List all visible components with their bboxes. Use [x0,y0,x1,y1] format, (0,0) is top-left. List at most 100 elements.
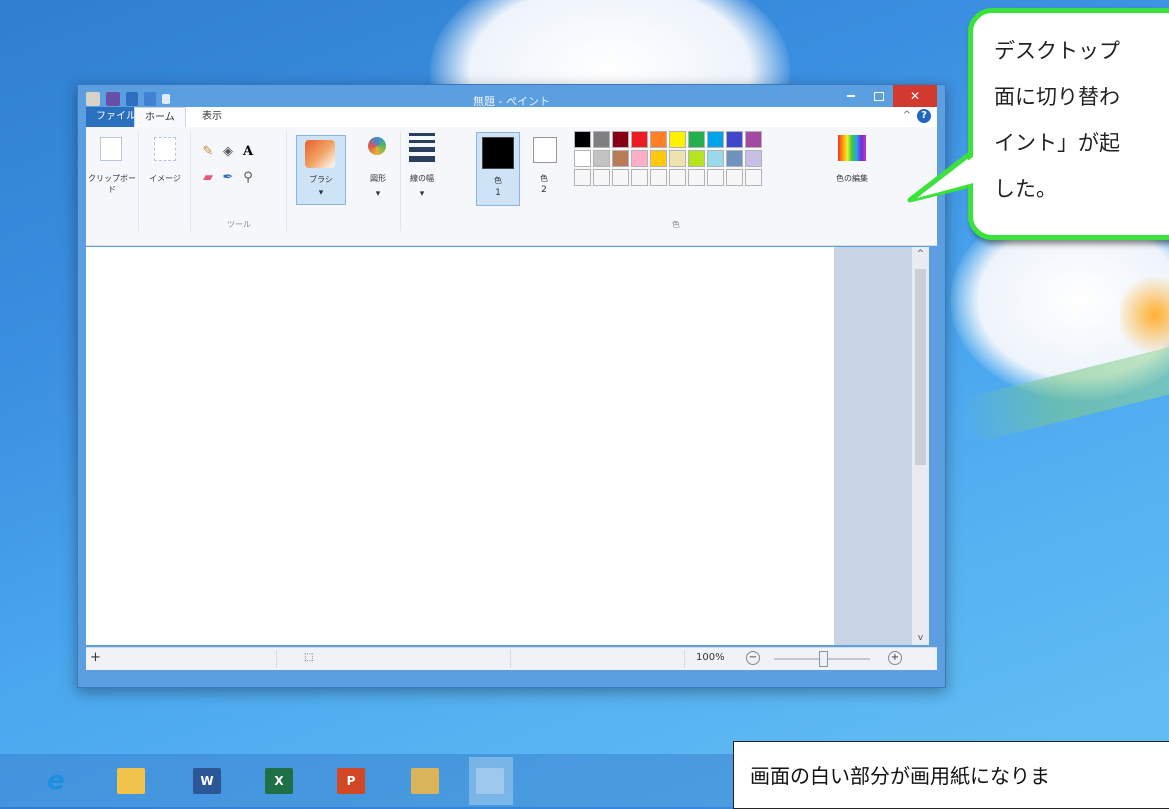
brush-icon [305,140,335,168]
chevron-down-icon: ▾ [375,189,381,199]
image-group: イメージ [140,131,191,231]
color-swatch[interactable] [650,131,667,148]
brush-label: ブラシ [309,175,333,184]
chevron-down-icon: ▾ [318,188,324,198]
custom-color-slot[interactable] [669,169,686,186]
magnifier-icon[interactable]: ⚲ [240,169,256,185]
color-swatch[interactable] [669,131,686,148]
divider [276,650,277,668]
line-width-label[interactable]: 線の幅 [402,173,442,184]
line-width-icon[interactable] [409,133,435,166]
selection-size-icon: ⬚ [304,652,314,663]
shapes-icon[interactable] [368,137,386,155]
custom-color-slot[interactable] [707,169,724,186]
chevron-down-icon: ▾ [419,189,425,199]
image-button-label[interactable]: イメージ [140,173,190,184]
color-swatch[interactable] [574,131,591,148]
vertical-scrollbar[interactable]: ^ v [912,247,929,645]
tab-view[interactable]: 表示 [192,107,232,127]
custom-color-slot[interactable] [650,169,667,186]
color-swatch[interactable] [612,131,629,148]
custom-color-slot[interactable] [574,169,591,186]
color-palette [574,131,762,186]
custom-color-slot[interactable] [688,169,705,186]
internet-explorer-icon[interactable]: e [42,766,70,796]
color2-number: 2 [541,185,547,195]
color-swatch[interactable] [745,150,762,167]
color-swatch[interactable] [745,131,762,148]
pencil-icon[interactable]: ✎ [200,143,216,159]
color-swatch[interactable] [688,131,705,148]
status-bar: + ⬚ 100% − + [86,647,937,670]
brushes-button[interactable]: ブラシ ▾ [296,135,346,205]
color-swatch[interactable] [631,150,648,167]
color-swatch[interactable] [726,150,743,167]
color-swatch[interactable] [574,150,591,167]
window-controls: ✕ [837,85,937,107]
color-swatch[interactable] [707,150,724,167]
color2-swatch[interactable] [533,137,557,163]
drawing-canvas[interactable] [86,247,834,645]
color-swatch[interactable] [650,150,667,167]
ribbon-tab-bar: ファイル ホーム 表示 ^ ? [86,107,937,128]
callout-line: 面に切り替わ [994,85,1120,109]
collapse-ribbon-icon[interactable]: ^ [903,110,911,121]
callout-line: イント」が起 [994,131,1120,155]
edit-colors-label[interactable]: 色の編集 [834,173,870,184]
zoom-out-icon[interactable]: − [746,651,760,665]
custom-color-slot[interactable] [745,169,762,186]
color-swatch[interactable] [669,150,686,167]
color-swatch[interactable] [707,131,724,148]
color1-swatch [482,137,514,169]
scroll-up-icon[interactable]: ^ [912,249,929,259]
tab-home[interactable]: ホーム [134,107,186,128]
color-swatch[interactable] [631,131,648,148]
powerpoint-icon[interactable]: P [337,768,365,794]
clipboard-group: クリップボード [86,131,139,231]
excel-icon[interactable]: X [265,768,293,794]
divider [510,650,511,668]
select-icon[interactable] [154,137,176,161]
text-icon[interactable]: A [240,143,256,159]
edit-colors-icon[interactable] [838,135,866,161]
color-swatch[interactable] [612,150,629,167]
clipboard-button-label[interactable]: クリップボード [88,173,136,195]
paint-window: 無題 - ペイント ✕ ファイル ホーム 表示 ^ ? クリップボード イメージ… [77,84,946,688]
minimize-button[interactable] [837,85,865,107]
tools-group-label: ツール [227,220,251,229]
custom-color-slot[interactable] [726,169,743,186]
eraser-icon[interactable]: ▰ [200,169,216,185]
color-swatch[interactable] [688,150,705,167]
file-explorer-icon[interactable] [117,768,145,794]
desktop-decoration [1120,270,1169,360]
custom-color-slot[interactable] [631,169,648,186]
custom-color-slot[interactable] [593,169,610,186]
colors-group-label: 色 [672,220,680,229]
zoom-slider-thumb[interactable] [819,651,828,667]
close-button[interactable]: ✕ [893,85,937,107]
color1-button[interactable]: 色 1 [476,132,520,206]
color-swatch[interactable] [593,150,610,167]
color-picker-icon[interactable]: ✒ [220,169,236,185]
help-icon[interactable]: ? [917,109,931,123]
clipboard-icon[interactable] [100,137,122,161]
shapes-label[interactable]: 図形 [356,173,400,184]
tools-group: ✎ ◈ A ▰ ✒ ⚲ ツール [192,131,287,231]
color1-label: 色 [494,176,502,185]
minimize-icon [847,95,855,97]
zoom-in-icon[interactable]: + [888,651,902,665]
maximize-button[interactable] [865,85,893,107]
maximize-icon [874,91,884,101]
custom-color-slot[interactable] [612,169,629,186]
color-swatch[interactable] [593,131,610,148]
color2-label[interactable]: 色 [530,173,558,184]
color-swatch[interactable] [726,131,743,148]
word-icon[interactable]: W [193,768,221,794]
color1-number: 1 [495,188,501,198]
paint-icon[interactable] [476,768,504,794]
library-icon[interactable] [411,768,439,794]
scroll-down-icon[interactable]: v [912,633,929,643]
scrollbar-thumb[interactable] [915,269,926,465]
fill-icon[interactable]: ◈ [220,143,236,159]
canvas-workspace [86,247,912,645]
